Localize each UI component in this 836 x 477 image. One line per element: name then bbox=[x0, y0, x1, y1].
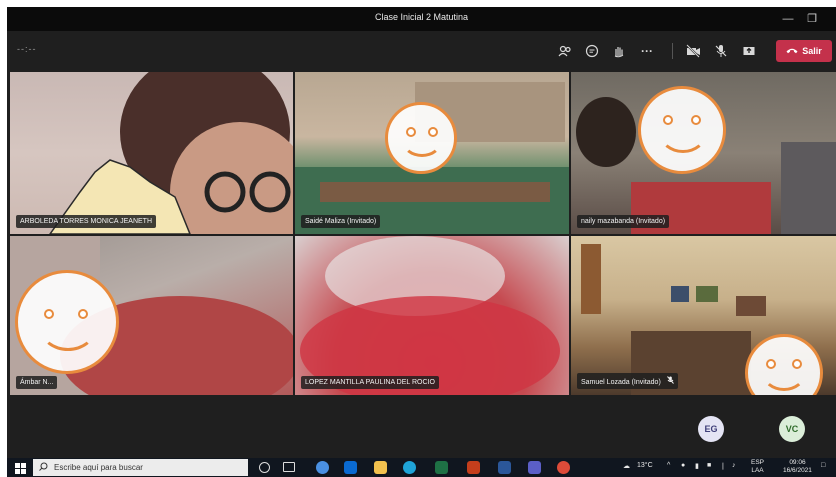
video-tile[interactable]: LOPEZ MANTILLA PAULINA DEL ROCIO bbox=[295, 236, 569, 395]
keyboard-layout: LAA bbox=[751, 467, 764, 474]
volume-icon[interactable]: ♪ bbox=[732, 462, 736, 469]
chat-icon[interactable] bbox=[583, 42, 601, 60]
mail-icon[interactable] bbox=[344, 461, 357, 474]
participant-avatar[interactable]: EG bbox=[698, 416, 724, 442]
tray-app-icon[interactable]: ● bbox=[681, 462, 685, 469]
smiley-overlay bbox=[638, 86, 726, 174]
mic-muted-icon bbox=[666, 376, 674, 386]
participant-name: ARBOLEDA TORRES MONICA JEANETH bbox=[16, 215, 156, 228]
windows-taskbar: Escribe aquí para buscar ☁ 13°C ^ ● ▮ ■ … bbox=[7, 458, 836, 477]
participant-name: Saidé Maliza (Invitado) bbox=[301, 215, 381, 228]
participants-icon[interactable] bbox=[556, 42, 574, 60]
camera-off-icon[interactable] bbox=[684, 42, 702, 60]
more-options-icon[interactable]: ··· bbox=[638, 42, 656, 60]
search-placeholder: Escribe aquí para buscar bbox=[54, 463, 143, 472]
taskbar-search[interactable]: Escribe aquí para buscar bbox=[33, 459, 248, 476]
toolbar-divider bbox=[672, 43, 673, 59]
mic-off-icon[interactable] bbox=[712, 42, 730, 60]
maximize-icon[interactable]: ❐ bbox=[803, 10, 821, 28]
participant-name: naily mazabanda (Invitado) bbox=[577, 215, 670, 228]
phone-hangup-icon bbox=[786, 46, 798, 56]
participant-name: Ámbar N... bbox=[16, 376, 58, 389]
powerpoint-icon[interactable] bbox=[467, 461, 480, 474]
meeting-toolbar: --:-- ··· Salir bbox=[7, 31, 836, 71]
minimize-icon[interactable]: — bbox=[779, 10, 797, 28]
edge-icon[interactable] bbox=[403, 461, 416, 474]
leave-label: Salir bbox=[802, 46, 822, 56]
system-clock[interactable]: 09:06 16/6/2021 bbox=[783, 459, 812, 475]
leave-button[interactable]: Salir bbox=[776, 40, 832, 62]
share-icon[interactable] bbox=[740, 42, 758, 60]
smiley-overlay bbox=[385, 102, 457, 174]
smiley-overlay bbox=[15, 270, 119, 374]
windows-start-icon[interactable] bbox=[13, 461, 27, 475]
video-tile[interactable]: Samuel Lozada (Invitado) bbox=[571, 236, 836, 395]
input-language[interactable]: ESP LAA bbox=[751, 459, 764, 475]
video-tile[interactable]: Ámbar N... bbox=[10, 236, 293, 395]
participant-name: LOPEZ MANTILLA PAULINA DEL ROCIO bbox=[301, 376, 439, 389]
cortana-icon[interactable] bbox=[259, 462, 270, 473]
tray-chevron-icon[interactable]: ^ bbox=[667, 462, 670, 469]
search-icon bbox=[39, 462, 48, 473]
chrome-icon[interactable] bbox=[557, 461, 570, 474]
wifi-icon[interactable]: ❘ bbox=[720, 462, 726, 470]
clock-time: 09:06 bbox=[789, 459, 806, 466]
participant-name-label: Samuel Lozada (Invitado) bbox=[581, 379, 661, 386]
word-icon[interactable] bbox=[498, 461, 511, 474]
notifications-icon[interactable]: □ bbox=[821, 462, 825, 469]
weather-temperature[interactable]: 13°C bbox=[637, 462, 653, 469]
video-tile[interactable]: ARBOLEDA TORRES MONICA JEANETH bbox=[10, 72, 293, 234]
battery-icon[interactable]: ■ bbox=[707, 462, 711, 469]
participant-avatar[interactable]: VC bbox=[779, 416, 805, 442]
teams-window: Clase Inicial 2 Matutina — ❐ --:-- ··· S… bbox=[7, 7, 836, 477]
title-bar: Clase Inicial 2 Matutina — ❐ bbox=[7, 7, 836, 31]
excel-icon[interactable] bbox=[435, 461, 448, 474]
video-tile[interactable]: Saidé Maliza (Invitado) bbox=[295, 72, 569, 234]
teams-icon[interactable] bbox=[528, 461, 541, 474]
video-tile[interactable]: naily mazabanda (Invitado) bbox=[571, 72, 836, 234]
weather-icon[interactable]: ☁ bbox=[623, 462, 630, 470]
window-title: Clase Inicial 2 Matutina bbox=[374, 12, 469, 22]
language-code: ESP bbox=[751, 459, 765, 466]
task-view-icon[interactable] bbox=[283, 462, 295, 472]
raise-hand-icon[interactable] bbox=[610, 42, 628, 60]
firefox-icon[interactable] bbox=[316, 461, 329, 474]
participant-video bbox=[300, 236, 560, 395]
file-explorer-icon[interactable] bbox=[374, 461, 387, 474]
tray-mic-icon[interactable]: ▮ bbox=[695, 462, 699, 470]
clock-date: 16/6/2021 bbox=[783, 467, 812, 474]
meeting-timer: --:-- bbox=[17, 44, 37, 54]
participant-name: Samuel Lozada (Invitado) bbox=[577, 373, 678, 389]
participant-video bbox=[49, 72, 293, 234]
